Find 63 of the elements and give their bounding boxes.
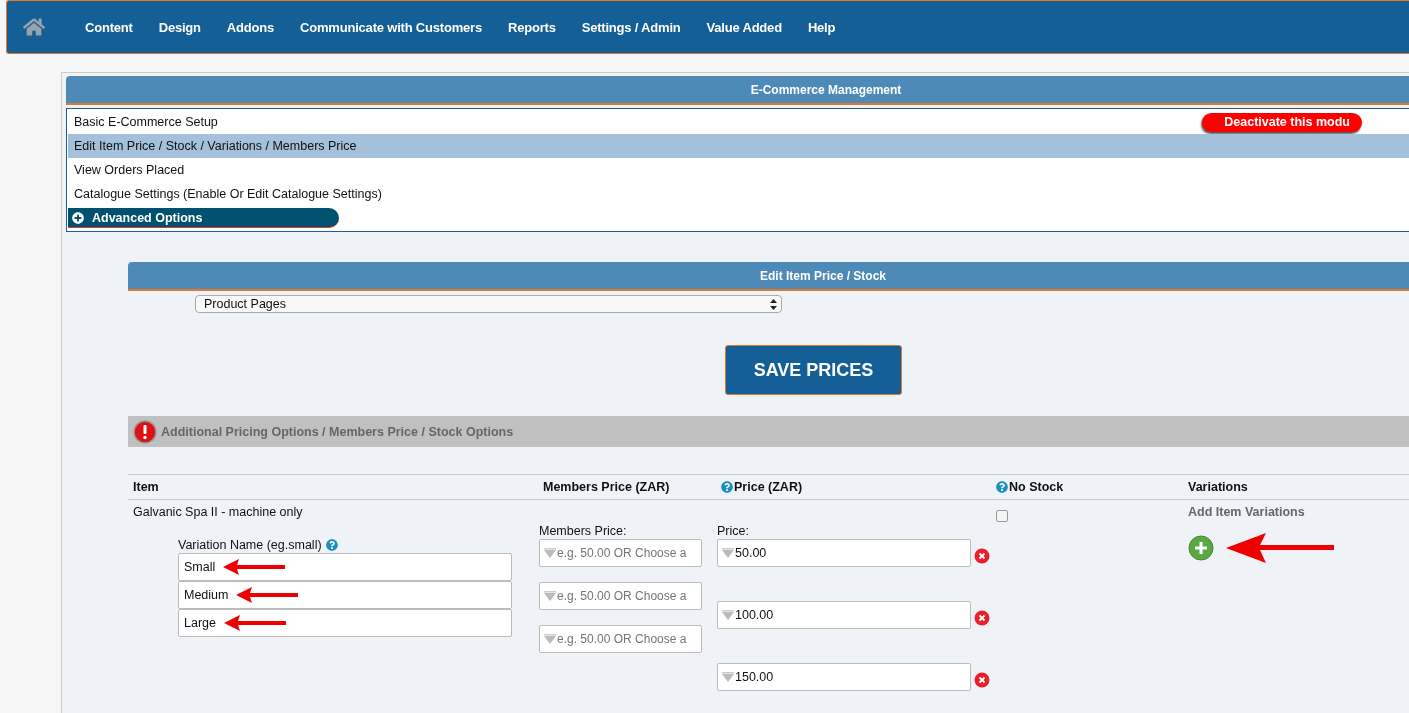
- nav-link[interactable]: Help: [807, 19, 836, 35]
- menu-item[interactable]: Edit Item Price / Stock / Variations / Members Price: [68, 134, 1409, 158]
- column-label: Variations: [1188, 480, 1248, 494]
- column-label: Item: [133, 480, 159, 494]
- dropdown-icon[interactable]: [721, 547, 735, 559]
- column-label: Price (ZAR): [734, 480, 803, 494]
- plus-icon: [72, 211, 84, 224]
- add-icon[interactable]: [1188, 535, 1214, 561]
- dropdown-icon[interactable]: [543, 590, 557, 602]
- home-icon[interactable]: [23, 16, 45, 38]
- members-price-field[interactable]: e.g. 50.00 OR Choose a: [539, 625, 702, 653]
- arrow-drawing: [236, 586, 299, 604]
- nav-link[interactable]: Value Added: [706, 19, 782, 35]
- price-field[interactable]: 100.00: [717, 601, 971, 629]
- price-field[interactable]: 50.00: [717, 539, 971, 567]
- deactivate-button[interactable]: Deactivate this modu: [1202, 112, 1362, 132]
- delete-icon[interactable]: [974, 548, 990, 564]
- help-icon[interactable]: [996, 481, 1008, 493]
- price-field[interactable]: 150.00: [717, 663, 971, 691]
- members-price-field[interactable]: e.g. 50.00 OR Choose a: [539, 539, 702, 567]
- add-variations-label: Add Item Variations: [1188, 505, 1306, 519]
- help-icon[interactable]: [325, 539, 338, 551]
- field-label: Members Price:: [539, 524, 628, 538]
- warning-icon: [133, 419, 157, 444]
- no-stock-checkbox[interactable]: [996, 510, 1008, 522]
- save-prices-button[interactable]: SAVE PRICES: [725, 345, 902, 395]
- menu-item-label: Catalogue Settings (Enable Or Edit Catalogue Settings): [74, 187, 382, 201]
- members-price-field[interactable]: e.g. 50.00 OR Choose a: [539, 582, 702, 610]
- field-label: Price:: [717, 524, 750, 538]
- advanced-options-button[interactable]: Advanced Options: [68, 208, 339, 228]
- menu-item[interactable]: View Orders Placed: [68, 158, 1409, 182]
- column-label: No Stock: [1009, 480, 1064, 494]
- nav-link[interactable]: Design: [158, 19, 201, 35]
- column-label: Members Price (ZAR): [543, 480, 670, 494]
- menu-item[interactable]: Catalogue Settings (Enable Or Edit Catalogue Settings): [68, 182, 1409, 206]
- variation-field[interactable]: Large: [178, 609, 512, 637]
- options-title: Additional Pricing Options / Members Price / Stock Options: [161, 424, 514, 439]
- menu-item-label: Edit Item Price / Stock / Variations / Members Price: [74, 139, 357, 153]
- variation-field[interactable]: Medium: [178, 581, 512, 609]
- delete-icon[interactable]: [974, 610, 990, 626]
- dropdown-icon[interactable]: [721, 609, 735, 621]
- dropdown-icon[interactable]: [543, 633, 557, 645]
- page-select[interactable]: Product Pages: [195, 295, 782, 313]
- delete-icon[interactable]: [974, 672, 990, 688]
- item-name: Galvanic Spa II - machine only: [133, 505, 304, 519]
- select-arrows-icon: [770, 298, 777, 310]
- menu-item[interactable]: Basic E-Commerce Setup Deactivate this modu: [68, 110, 1409, 134]
- nav-link[interactable]: Content: [85, 19, 133, 35]
- nav-link[interactable]: Addons: [226, 19, 275, 35]
- menu-item-label: Basic E-Commerce Setup: [74, 115, 218, 129]
- arrow-drawing: [224, 614, 286, 632]
- nav-link[interactable]: Settings / Admin: [581, 19, 681, 35]
- panel-header: E-Commerce Management: [66, 76, 1409, 105]
- dropdown-icon[interactable]: [721, 671, 735, 683]
- section-header: Edit Item Price / Stock: [128, 262, 1409, 291]
- nav-link[interactable]: Reports: [507, 19, 556, 35]
- arrow-drawing: [223, 558, 286, 576]
- dropdown-icon[interactable]: [543, 547, 557, 559]
- nav-link[interactable]: Communicate with Customers: [300, 19, 482, 35]
- help-icon[interactable]: [721, 481, 733, 493]
- menu-item-label: View Orders Placed: [74, 163, 185, 177]
- variation-field[interactable]: Small: [178, 553, 512, 581]
- field-label: Variation Name (eg.small): [178, 538, 322, 552]
